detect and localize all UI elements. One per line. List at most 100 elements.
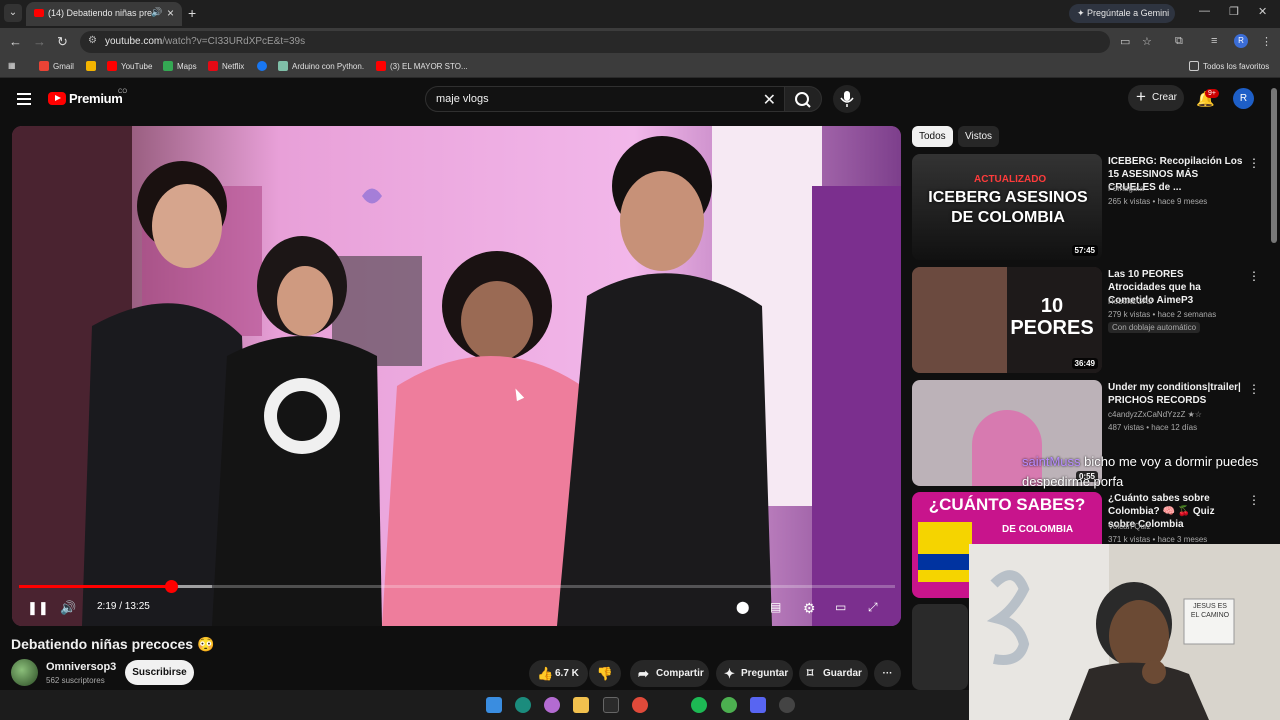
netflix-icon (208, 61, 218, 71)
settings-icon[interactable] (779, 697, 795, 713)
related-channel[interactable]: Volcan Quiz (1108, 522, 1151, 531)
site-info-icon[interactable]: ⚙ (88, 35, 97, 46)
chip-todos[interactable]: Todos (912, 126, 953, 147)
menu-icon[interactable] (17, 93, 31, 105)
gemini-button[interactable]: ✦ Pregúntale a Gemini (1069, 4, 1175, 23)
related-menu-icon[interactable]: ⋮ (1248, 269, 1260, 283)
chip-vistos[interactable]: Vistos (958, 126, 1000, 147)
search-input[interactable]: maje vlogs (436, 93, 489, 105)
autoplay-toggle-icon[interactable]: ⬤ (736, 600, 749, 614)
chrome-profile-icon[interactable] (721, 697, 737, 713)
ask-label: Preguntar (741, 668, 789, 679)
more-actions-button[interactable]: ··· (874, 660, 901, 687)
save-button[interactable]: ⌑ Guardar (799, 660, 868, 687)
related-menu-icon[interactable]: ⋮ (1248, 493, 1260, 507)
extensions-icon[interactable]: ⧉ (1175, 35, 1183, 48)
account-avatar[interactable]: R (1233, 88, 1254, 109)
media-control-icon[interactable]: ≡ (1211, 35, 1217, 47)
bookmark-mayor-sto[interactable]: (3) EL MAYOR STO... (376, 61, 468, 71)
share-label: Compartir (656, 668, 704, 679)
browser-menu-icon[interactable]: ⋮ (1261, 35, 1272, 48)
address-bar[interactable]: ⚙ youtube.com/watch?v=CI33URdXPcE&t=39s (80, 31, 1110, 53)
close-window-icon[interactable]: ✕ (1258, 5, 1267, 18)
related-channel[interactable]: c4andyzZxCaNdYzzZ ★☆ (1108, 410, 1202, 419)
save-label: Guardar (823, 668, 862, 679)
minimize-icon[interactable]: — (1199, 5, 1210, 17)
cast-icon[interactable]: ▭ (1120, 35, 1130, 48)
clear-search-icon[interactable]: ✕ (763, 90, 776, 110)
apps-grid-icon[interactable]: ▦ (8, 61, 16, 70)
bookmark-arduino[interactable]: Arduino con Python. (278, 61, 364, 71)
channel-name[interactable]: Omniversop3 (46, 661, 116, 673)
related-thumbnail[interactable]: ACTUALIZADO ICEBERG ASESINOS DE COLOMBIA… (912, 154, 1102, 260)
video-player[interactable]: ❚❚ 🔊 2:19 / 13:25 ⬤ ▤ ⚙ ▭ ⤢ (12, 126, 901, 626)
thumbnail-subtext: DE COLOMBIA (1002, 524, 1074, 535)
auto-dub-badge: Con doblaje automático (1108, 322, 1201, 333)
browser-tab-strip: ⌄ (14) Debatiendo niñas precoces - YouTu… (0, 0, 1280, 28)
brand-label: Premium (69, 91, 123, 106)
bookmark-gmail[interactable]: Gmail (39, 61, 74, 71)
bookmark-star-icon[interactable]: ☆ (1142, 35, 1152, 48)
share-button[interactable]: ➦ Compartir (630, 660, 709, 687)
restore-icon[interactable]: ❐ (1229, 5, 1239, 18)
app-icon[interactable] (750, 697, 766, 713)
like-button[interactable]: 👍 6.7 K (529, 660, 588, 687)
related-thumbnail[interactable] (912, 604, 968, 690)
notification-badge: 9+ (1205, 89, 1219, 98)
bookmark-netflix[interactable]: Netflix (208, 61, 244, 71)
search-button[interactable] (784, 86, 822, 112)
theater-mode-icon[interactable]: ▭ (835, 600, 846, 614)
channel-avatar[interactable] (11, 659, 38, 686)
related-title[interactable]: Under my conditions|trailer| PRICHOS REC… (1108, 381, 1243, 407)
bookmark-youtube[interactable]: YouTube (107, 61, 152, 71)
settings-gear-icon[interactable]: ⚙ (803, 600, 816, 617)
spotify-icon[interactable] (691, 697, 707, 713)
related-channel[interactable]: Fomagata (1108, 184, 1144, 193)
subtitles-icon[interactable]: ▤ (770, 600, 781, 614)
copilot-icon[interactable] (544, 697, 560, 713)
related-thumbnail[interactable]: 10 PEORES 36:49 (912, 267, 1102, 373)
voice-search-button[interactable] (833, 85, 861, 113)
page-scrollbar[interactable] (1271, 88, 1277, 243)
tab-search-icon[interactable]: ⌄ (4, 4, 22, 22)
related-channel[interactable]: RobertLGA2 (1108, 297, 1152, 306)
chrome-icon[interactable] (632, 697, 648, 713)
search-box[interactable]: maje vlogs ✕ (425, 86, 785, 112)
volume-icon[interactable]: 🔊 (60, 600, 76, 616)
browser-tab[interactable]: (14) Debatiendo niñas precoces - YouTube… (26, 2, 182, 26)
create-button[interactable]: Crear (1128, 84, 1184, 111)
bookmark-maps[interactable]: Maps (163, 61, 197, 71)
dislike-button[interactable]: 👎 (589, 660, 621, 687)
pause-icon[interactable]: ❚❚ (27, 600, 49, 616)
scrubber-handle[interactable] (164, 580, 178, 593)
gemini-label: Pregúntale a Gemini (1087, 8, 1170, 18)
progress-bar[interactable] (19, 580, 895, 593)
related-menu-icon[interactable]: ⋮ (1248, 382, 1260, 396)
youtube-logo-icon[interactable] (48, 92, 66, 105)
fullscreen-icon[interactable]: ⤢ (868, 600, 878, 615)
all-bookmarks[interactable]: Todos los favoritos (1189, 61, 1269, 71)
epic-games-icon[interactable] (603, 697, 619, 713)
forward-icon[interactable]: → (33, 34, 46, 49)
bookmark-facebook[interactable] (257, 61, 271, 71)
time-display: 2:19 / 13:25 (97, 601, 150, 612)
reload-icon[interactable]: ↻ (57, 34, 68, 50)
related-meta: 371 k vistas • hace 3 meses (1108, 535, 1208, 544)
bookmark-unnamed[interactable] (86, 61, 100, 71)
file-explorer-icon[interactable] (573, 697, 589, 713)
youtube-icon (376, 61, 386, 71)
profile-avatar[interactable]: R (1234, 34, 1248, 48)
audio-playing-icon[interactable]: 🔊 (151, 7, 162, 18)
close-tab-icon[interactable]: × (167, 6, 174, 20)
video-title: Debatiendo niñas precoces 😳 (11, 636, 215, 652)
facebook-icon (257, 61, 267, 71)
related-menu-icon[interactable]: ⋮ (1248, 156, 1260, 170)
ask-button[interactable]: ✦ Preguntar (716, 660, 793, 687)
back-icon[interactable]: ← (9, 34, 22, 49)
windows-start-icon[interactable] (486, 697, 502, 713)
duration-badge: 57:45 (1071, 245, 1098, 256)
new-tab-icon[interactable]: + (188, 5, 196, 21)
edge-icon[interactable] (515, 697, 531, 713)
subscribe-button[interactable]: Suscribirse (125, 660, 194, 685)
bookmark-icon: ⌑ (807, 666, 814, 680)
